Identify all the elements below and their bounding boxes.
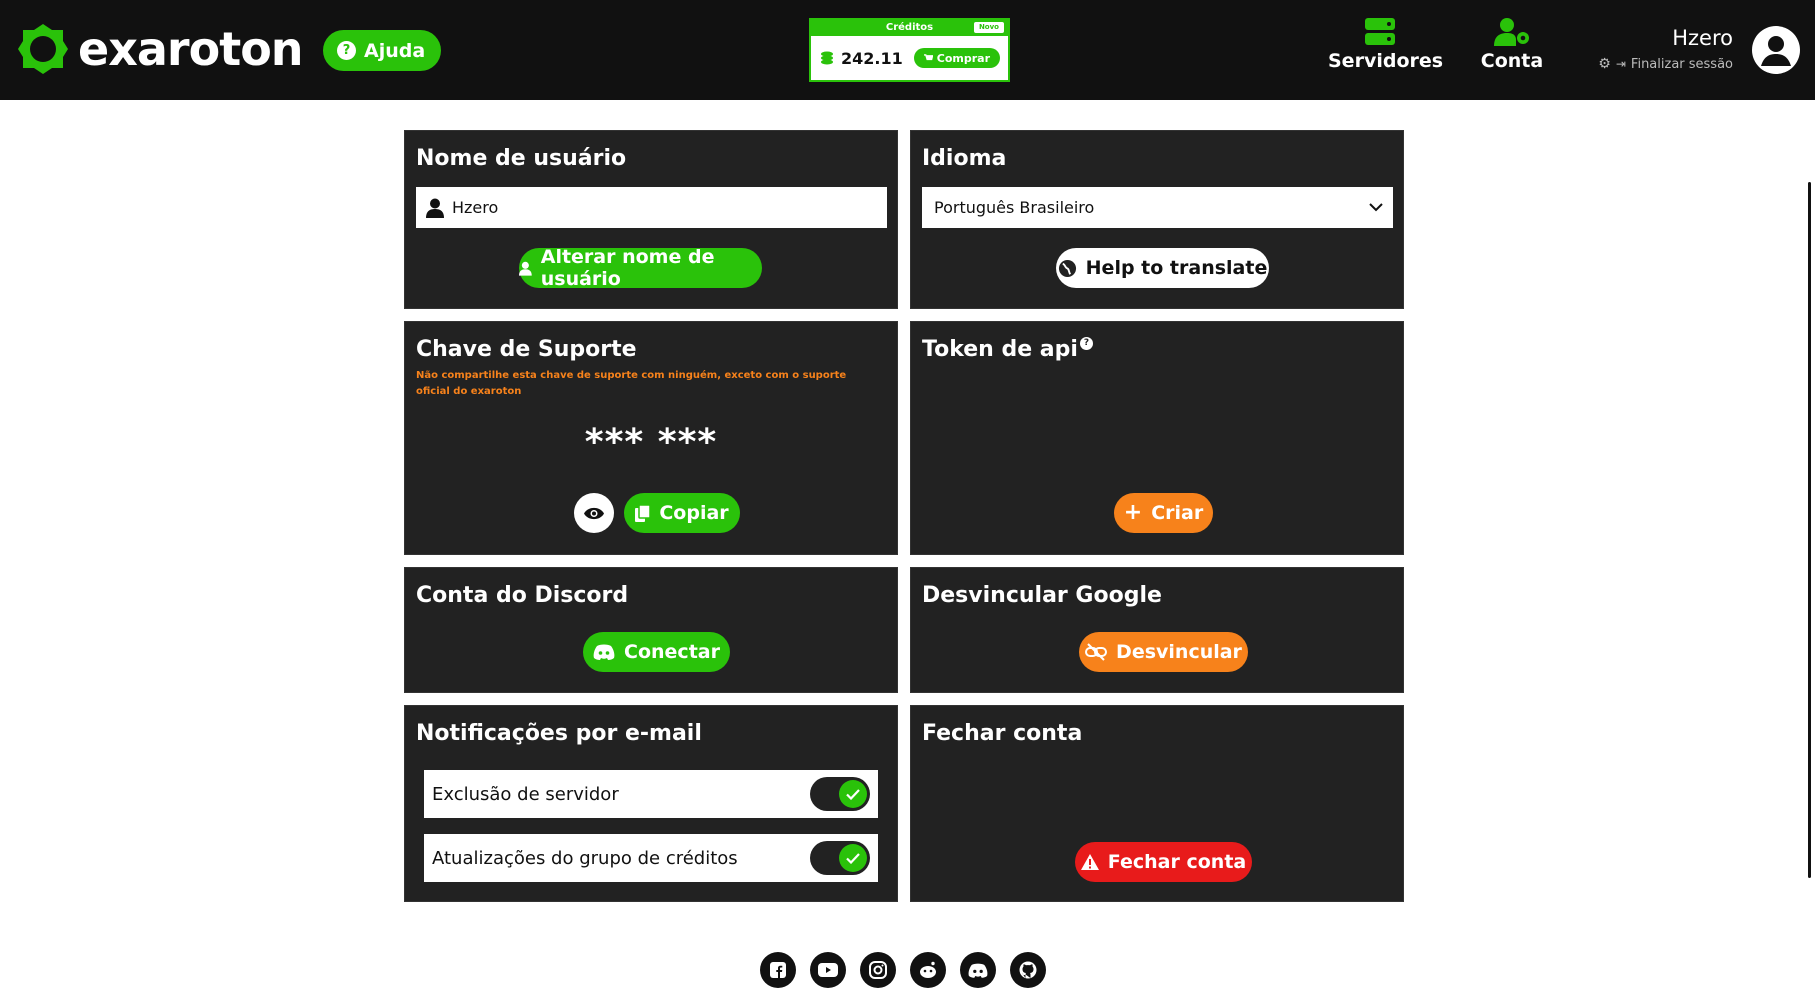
nav-servers[interactable]: Servidores — [1328, 18, 1443, 72]
help-button[interactable]: ? Ajuda — [323, 30, 442, 71]
unlink-icon — [1085, 643, 1108, 661]
unlink-google-button[interactable]: Desvincular — [1079, 632, 1248, 672]
buy-label: Comprar — [936, 51, 990, 65]
avatar[interactable] — [1752, 26, 1800, 74]
logout-icon: ⇥ — [1615, 57, 1626, 71]
toggle-knob — [839, 844, 867, 872]
api-token-title-wrap: Token de api? — [922, 337, 1093, 362]
nav-account[interactable]: Conta — [1475, 18, 1549, 72]
email-notifications-card: Notificações por e-mail Exclusão de serv… — [404, 705, 898, 902]
check-icon — [846, 852, 860, 864]
support-key-card: Chave de Suporte Não compartilhe esta ch… — [404, 321, 898, 555]
credits-title: Créditos — [885, 22, 934, 33]
reddit-icon[interactable] — [910, 952, 946, 988]
buy-credits-button[interactable]: Comprar — [913, 48, 1000, 68]
language-select[interactable]: Português Brasileiro — [922, 187, 1393, 228]
cart-icon — [923, 53, 933, 60]
notification-row-credit-pool: Atualizações do grupo de créditos — [424, 834, 878, 882]
google-card: Desvincular Google Desvincular — [910, 567, 1404, 693]
github-icon[interactable] — [1010, 952, 1046, 988]
plus-icon: + — [1123, 500, 1143, 525]
exaroton-logo-icon — [18, 24, 68, 74]
reveal-key-button[interactable] — [574, 493, 614, 533]
new-badge: Novo — [973, 22, 1004, 33]
nav-servers-label: Servidores — [1328, 50, 1444, 72]
nav-account-label: Conta — [1480, 50, 1544, 72]
copy-key-button[interactable]: Copiar — [624, 493, 740, 533]
close-account-label: Fechar conta — [1107, 851, 1247, 873]
discord-title: Conta do Discord — [416, 583, 629, 608]
social-links — [760, 952, 1046, 988]
language-title: Idioma — [922, 146, 1007, 171]
discord-icon — [593, 644, 615, 660]
chevron-down-icon — [1369, 203, 1383, 212]
user-menu: Hzero ⚙ ⇥ Finalizar sessão — [1598, 26, 1733, 72]
close-account-button[interactable]: Fechar conta — [1075, 842, 1252, 882]
notifications-title: Notificações por e-mail — [416, 721, 702, 746]
username-input[interactable]: Hzero — [416, 187, 887, 228]
masked-support-key: *** *** — [584, 422, 718, 463]
notification-label: Atualizações do grupo de créditos — [432, 847, 738, 869]
top-header: exaroton ? Ajuda Créditos Novo 242.11 Co… — [0, 0, 1815, 100]
servers-icon — [1365, 18, 1395, 45]
help-label: Ajuda — [364, 39, 426, 62]
credits-widget[interactable]: Créditos Novo 242.11 Comprar — [809, 18, 1010, 82]
api-help-icon[interactable]: ? — [1079, 337, 1093, 350]
exaroton-logo[interactable]: exaroton — [16, 22, 304, 76]
support-key-warning: Não compartilhe esta chave de suporte co… — [416, 370, 847, 397]
logout-link[interactable]: Finalizar sessão — [1631, 57, 1733, 72]
settings-gear-icon[interactable]: ⚙ — [1598, 56, 1611, 72]
page-scrollbar[interactable] — [1808, 182, 1811, 878]
credit-pool-toggle[interactable] — [810, 841, 870, 875]
question-icon: ? — [337, 41, 356, 60]
language-selected: Português Brasileiro — [934, 198, 1095, 217]
close-account-title: Fechar conta — [922, 721, 1083, 746]
support-key-title: Chave de Suporte — [416, 337, 637, 362]
toggle-knob — [839, 780, 867, 808]
discord-card: Conta do Discord Conectar — [404, 567, 898, 693]
credits-amount: 242.11 — [841, 48, 903, 68]
check-icon — [846, 788, 860, 800]
facebook-icon[interactable] — [760, 952, 796, 988]
user-icon — [519, 261, 532, 276]
close-account-card: Fechar conta Fechar conta — [910, 705, 1404, 902]
change-username-button[interactable]: Alterar nome de usuário — [519, 246, 762, 290]
warning-icon — [1080, 854, 1099, 870]
api-token-title: Token de api — [922, 337, 1078, 362]
credits-header: Créditos Novo — [811, 20, 1008, 36]
coins-icon — [821, 51, 833, 65]
user-avatar-icon — [1761, 36, 1791, 66]
user-name: Hzero — [1672, 26, 1733, 50]
google-title: Desvincular Google — [922, 583, 1162, 608]
notification-label: Exclusão de servidor — [432, 783, 619, 805]
unlink-google-label: Desvincular — [1116, 641, 1242, 663]
youtube-icon[interactable] — [810, 952, 846, 988]
copy-icon — [635, 504, 651, 522]
logo-text: exaroton — [78, 22, 304, 76]
globe-icon — [1058, 259, 1076, 277]
instagram-icon[interactable] — [860, 952, 896, 988]
connect-discord-button[interactable]: Conectar — [583, 632, 730, 672]
user-gear-icon — [1494, 18, 1529, 46]
username-card: Nome de usuário Hzero Alterar nome de us… — [404, 130, 898, 309]
help-translate-button[interactable]: Help to translate — [1056, 248, 1269, 288]
username-value: Hzero — [452, 198, 499, 217]
language-card: Idioma Português Brasileiro Help to tran… — [910, 130, 1404, 309]
copy-label: Copiar — [659, 502, 729, 524]
username-title: Nome de usuário — [416, 146, 627, 171]
user-icon — [426, 198, 444, 218]
discord-icon[interactable] — [960, 952, 996, 988]
connect-discord-label: Conectar — [624, 641, 720, 663]
help-translate-label: Help to translate — [1085, 257, 1268, 279]
server-deletion-toggle[interactable] — [810, 777, 870, 811]
change-username-label: Alterar nome de usuário — [540, 246, 715, 290]
create-token-label: Criar — [1151, 502, 1204, 524]
notification-row-server-deletion: Exclusão de servidor — [424, 770, 878, 818]
api-token-card: Token de api? + Criar — [910, 321, 1404, 555]
create-token-button[interactable]: + Criar — [1114, 493, 1213, 533]
eye-icon — [584, 507, 604, 519]
